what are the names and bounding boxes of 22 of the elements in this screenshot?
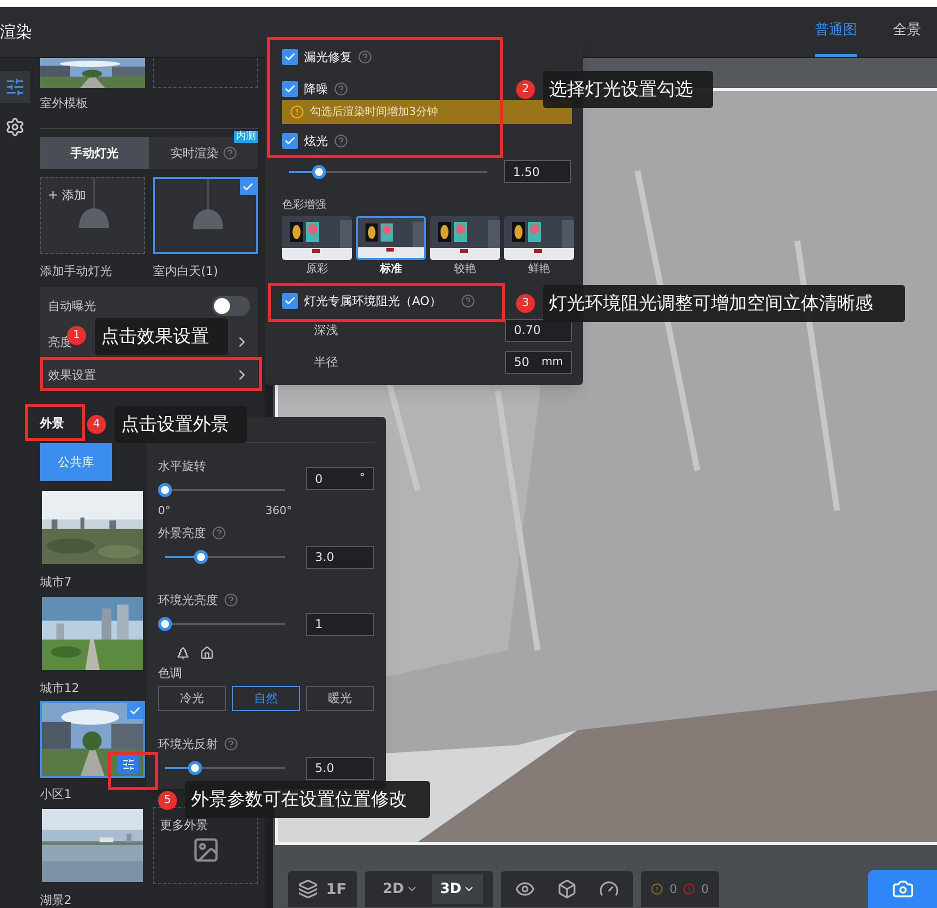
- scene-label: 城市7: [40, 574, 73, 589]
- light-label: 添加手动灯光: [40, 263, 113, 278]
- setting-label: 环境光亮度: [158, 592, 218, 608]
- scene-label: 城市12: [40, 680, 80, 695]
- warning-count: 0: [669, 881, 678, 898]
- template-label: 室外模板: [40, 95, 89, 110]
- setting-label: 色调: [158, 664, 183, 680]
- setting-label: 水平旋转: [158, 458, 207, 473]
- setting-label: 自动曝光: [48, 298, 96, 315]
- setting-label: 环境光反射: [158, 736, 218, 752]
- light-label: 室内白天(1): [153, 263, 219, 278]
- scene-label: 小区1: [40, 786, 73, 801]
- panel-title: 渲染: [0, 21, 32, 43]
- beta-badge: 内测: [234, 131, 258, 143]
- callout-tooltip: 点击设置外景: [115, 406, 247, 443]
- min-label: 0°: [158, 503, 170, 519]
- error-count: 0: [701, 881, 709, 898]
- option-label: 漏光修复: [304, 49, 352, 66]
- scene-label: 湖景2: [40, 892, 73, 907]
- section-title: 外景: [40, 415, 64, 432]
- callout-tooltip: 点击效果设置: [95, 318, 228, 355]
- setting-label: 外景亮度: [158, 524, 206, 542]
